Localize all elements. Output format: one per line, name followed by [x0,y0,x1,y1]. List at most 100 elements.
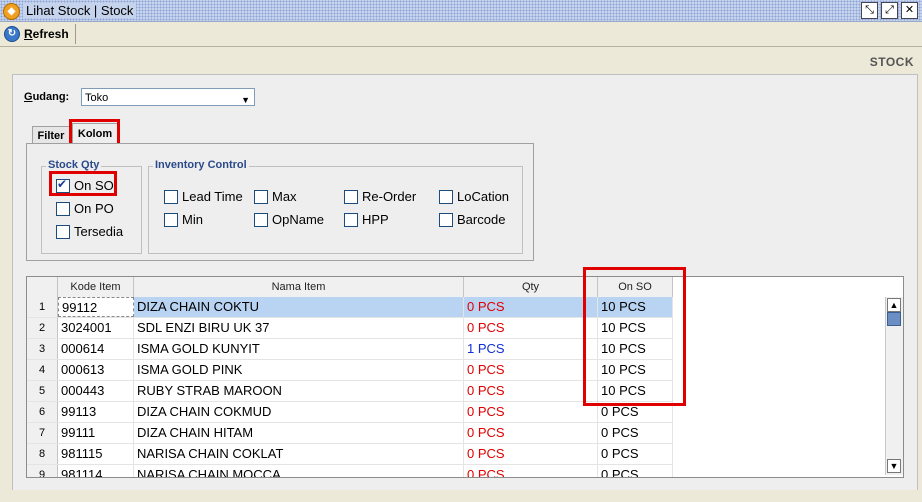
checkbox-barcode[interactable]: Barcode [439,212,505,227]
close-icon[interactable]: ✕ [901,2,918,19]
tab-kolom[interactable]: Kolom [72,123,118,145]
checkbox-opname-label: OpName [272,212,325,227]
restore-icon[interactable]: ⤡ [861,2,878,19]
row-number[interactable]: 4 [27,360,58,380]
checkbox-lead-time[interactable]: Lead Time [164,189,243,204]
cell-on-so[interactable]: 0 PCS [598,465,673,477]
checkbox-icon [254,212,268,227]
chevron-down-icon: ▼ [241,95,250,105]
row-number[interactable]: 2 [27,318,58,338]
table-row[interactable]: 3 000614 ISMA GOLD KUNYIT 1 PCS 10 PCS [27,339,673,360]
table-row[interactable]: 7 99111 DIZA CHAIN HITAM 0 PCS 0 PCS [27,423,673,444]
row-number[interactable]: 9 [27,465,58,477]
cell-on-so[interactable]: 0 PCS [598,444,673,464]
cell-kode-item[interactable]: 981115 [58,444,134,464]
inventory-control-group: Inventory Control [148,159,523,254]
checkbox-on-po[interactable]: On PO [56,201,114,216]
cell-kode-item[interactable]: 000613 [58,360,134,380]
checkbox-lead-time-label: Lead Time [182,189,243,204]
cell-qty[interactable]: 1 PCS [464,339,598,359]
cell-kode-item[interactable]: 000443 [58,381,134,401]
cell-on-so[interactable]: 10 PCS [598,297,673,317]
row-number[interactable]: 6 [27,402,58,422]
column-header-kode-item[interactable]: Kode Item [58,277,134,297]
table-row[interactable]: 6 99113 DIZA CHAIN COKMUD 0 PCS 0 PCS [27,402,673,423]
table-row[interactable]: 9 981114 NARISA CHAIN MOCCA 0 PCS 0 PCS [27,465,673,477]
cell-nama-item[interactable]: RUBY STRAB MAROON [134,381,464,401]
table-row[interactable]: 5 000443 RUBY STRAB MAROON 0 PCS 10 PCS [27,381,673,402]
cell-nama-item[interactable]: SDL ENZI BIRU UK 37 [134,318,464,338]
table-row[interactable]: 1 99112 DIZA CHAIN COKTU 0 PCS 10 PCS [27,297,673,318]
gudang-value: Toko [85,92,109,104]
cell-nama-item[interactable]: ISMA GOLD PINK [134,360,464,380]
row-number[interactable]: 7 [27,423,58,443]
cell-on-so[interactable]: 0 PCS [598,402,673,422]
cell-qty[interactable]: 0 PCS [464,444,598,464]
checkbox-icon [56,224,70,239]
row-number[interactable]: 1 [27,297,58,317]
toolbar: ↻ Refresh [0,22,922,47]
scroll-down-icon[interactable]: ▼ [887,459,901,473]
scroll-thumb[interactable] [887,312,901,326]
checkbox-checked-icon [56,177,70,193]
cell-kode-item[interactable]: 981114 [58,465,134,477]
grid-header: Kode Item Nama Item Qty On SO [27,277,673,298]
row-number[interactable]: 5 [27,381,58,401]
kolom-tab-panel: Stock Qty Inventory Control On SO On PO … [26,143,534,261]
cell-nama-item[interactable]: DIZA CHAIN COKTU [134,297,464,317]
refresh-button[interactable]: ↻ Refresh [2,24,76,44]
checkbox-on-so-label: On SO [74,178,114,193]
column-header-nama-item[interactable]: Nama Item [134,277,464,297]
checkbox-icon [164,212,178,227]
checkbox-max[interactable]: Max [254,189,297,204]
checkbox-icon [344,189,358,204]
column-header-qty[interactable]: Qty [464,277,598,297]
cell-qty[interactable]: 0 PCS [464,297,598,317]
vertical-scrollbar[interactable]: ▲ ▼ [885,297,903,475]
checkbox-opname[interactable]: OpName [254,212,324,227]
cell-on-so[interactable]: 10 PCS [598,381,673,401]
cell-qty[interactable]: 0 PCS [464,465,598,477]
checkbox-location[interactable]: LoCation [439,189,509,204]
table-row[interactable]: 8 981115 NARISA CHAIN COKLAT 0 PCS 0 PCS [27,444,673,465]
checkbox-hpp[interactable]: HPP [344,212,389,227]
cell-qty[interactable]: 0 PCS [464,381,598,401]
cell-nama-item[interactable]: NARISA CHAIN MOCCA [134,465,464,477]
cell-qty[interactable]: 0 PCS [464,402,598,422]
cell-kode-item[interactable]: 000614 [58,339,134,359]
gudang-select[interactable]: Toko ▼ [81,88,255,106]
inventory-control-title: Inventory Control [153,159,249,171]
checkbox-icon [164,189,178,204]
cell-kode-item[interactable]: 99111 [58,423,134,443]
checkbox-re-order-label: Re-Order [362,189,417,204]
refresh-icon: ↻ [4,26,20,42]
cell-on-so[interactable]: 10 PCS [598,339,673,359]
checkbox-min[interactable]: Min [164,212,203,227]
cell-kode-item[interactable]: 99112 [58,297,134,317]
checkbox-min-label: Min [182,212,203,227]
cell-on-so[interactable]: 10 PCS [598,360,673,380]
cell-nama-item[interactable]: NARISA CHAIN COKLAT [134,444,464,464]
cell-kode-item[interactable]: 99113 [58,402,134,422]
cell-on-so[interactable]: 10 PCS [598,318,673,338]
checkbox-on-so[interactable]: On SO [56,177,114,193]
scroll-up-icon[interactable]: ▲ [887,298,901,312]
table-row[interactable]: 2 3024001 SDL ENZI BIRU UK 37 0 PCS 10 PCS [27,318,673,339]
table-row[interactable]: 4 000613 ISMA GOLD PINK 0 PCS 10 PCS [27,360,673,381]
checkbox-icon [56,201,70,216]
row-number[interactable]: 8 [27,444,58,464]
maximize-icon[interactable]: ⤢ [881,2,898,19]
cell-qty[interactable]: 0 PCS [464,360,598,380]
cell-kode-item[interactable]: 3024001 [58,318,134,338]
cell-nama-item[interactable]: DIZA CHAIN HITAM [134,423,464,443]
checkbox-re-order[interactable]: Re-Order [344,189,416,204]
cell-qty[interactable]: 0 PCS [464,318,598,338]
checkbox-tersedia[interactable]: Tersedia [56,224,123,239]
window-title: Lihat Stock | Stock [23,3,137,18]
cell-nama-item[interactable]: ISMA GOLD KUNYIT [134,339,464,359]
cell-on-so[interactable]: 0 PCS [598,423,673,443]
cell-qty[interactable]: 0 PCS [464,423,598,443]
column-header-on-so[interactable]: On SO [598,277,673,297]
row-number[interactable]: 3 [27,339,58,359]
cell-nama-item[interactable]: DIZA CHAIN COKMUD [134,402,464,422]
